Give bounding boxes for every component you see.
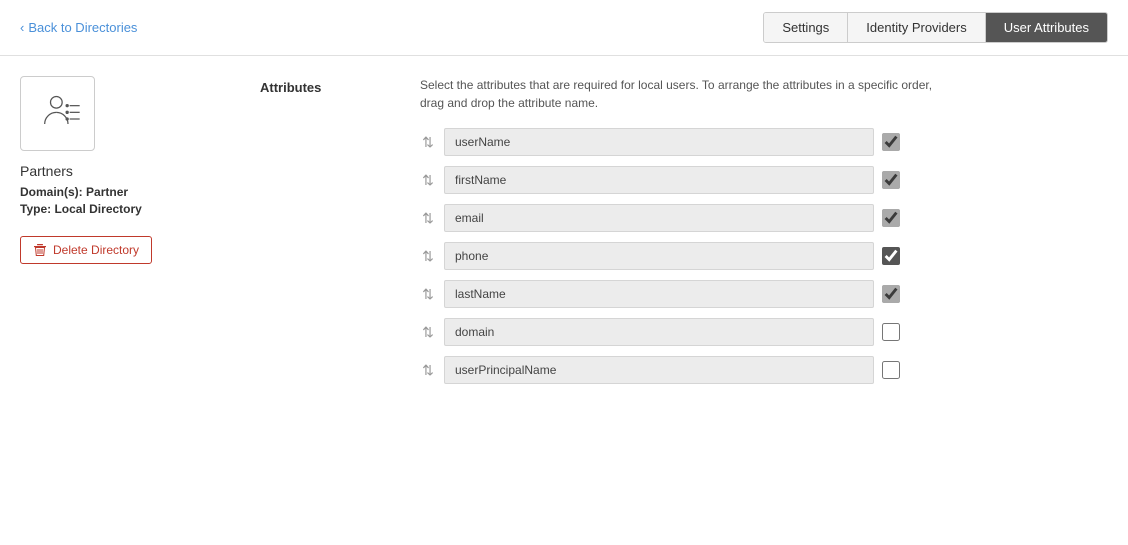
attribute-checkbox[interactable] — [882, 209, 900, 227]
attributes-label: Attributes — [260, 76, 380, 394]
drag-handle-icon[interactable]: ⇅ — [420, 248, 436, 265]
attribute-row: ⇅ userName — [420, 128, 1108, 156]
directory-type: Type: Local Directory — [20, 202, 220, 216]
directory-icon-container — [20, 76, 95, 151]
sidebar: Partners Domain(s): Partner Type: Local … — [20, 76, 220, 394]
directory-name: Partners — [20, 163, 220, 179]
attributes-description: Select the attributes that are required … — [420, 76, 1108, 112]
drag-handle-icon[interactable]: ⇅ — [420, 362, 436, 379]
attribute-name-field: userPrincipalName — [444, 356, 874, 384]
attribute-name-field: firstName — [444, 166, 874, 194]
back-chevron-icon: ‹ — [20, 20, 24, 35]
tab-identity-providers[interactable]: Identity Providers — [848, 13, 985, 42]
attribute-checkbox[interactable] — [882, 361, 900, 379]
attribute-name-field: domain — [444, 318, 874, 346]
attributes-content: Attributes Select the attributes that ar… — [220, 76, 1108, 394]
attribute-checkbox[interactable] — [882, 323, 900, 341]
attributes-section: Attributes Select the attributes that ar… — [260, 76, 1108, 394]
attribute-row: ⇅ email — [420, 204, 1108, 232]
attribute-name-field: userName — [444, 128, 874, 156]
delete-directory-button[interactable]: Delete Directory — [20, 236, 152, 264]
back-label: Back to Directories — [28, 20, 137, 35]
directory-domain: Domain(s): Partner — [20, 185, 220, 199]
type-label: Type: — [20, 202, 51, 216]
attributes-right: Select the attributes that are required … — [420, 76, 1108, 394]
domain-value: Partner — [86, 185, 128, 199]
drag-handle-icon[interactable]: ⇅ — [420, 210, 436, 227]
type-value: Local Directory — [54, 202, 141, 216]
attribute-row: ⇅ domain — [420, 318, 1108, 346]
drag-handle-icon[interactable]: ⇅ — [420, 324, 436, 341]
directory-icon — [33, 89, 83, 139]
trash-icon — [33, 243, 47, 257]
drag-handle-icon[interactable]: ⇅ — [420, 172, 436, 189]
attribute-name-field: phone — [444, 242, 874, 270]
tab-settings[interactable]: Settings — [764, 13, 848, 42]
tab-user-attributes[interactable]: User Attributes — [986, 13, 1107, 42]
attribute-name-field: email — [444, 204, 874, 232]
attributes-list: ⇅ userName ⇅ firstName ⇅ email ⇅ phone ⇅ lastName… — [420, 128, 1108, 384]
attribute-checkbox[interactable] — [882, 133, 900, 151]
attribute-row: ⇅ firstName — [420, 166, 1108, 194]
attribute-row: ⇅ lastName — [420, 280, 1108, 308]
attribute-name-field: lastName — [444, 280, 874, 308]
attribute-row: ⇅ phone — [420, 242, 1108, 270]
attribute-row: ⇅ userPrincipalName — [420, 356, 1108, 384]
delete-directory-label: Delete Directory — [53, 243, 139, 257]
domain-label: Domain(s): — [20, 185, 83, 199]
attribute-checkbox[interactable] — [882, 247, 900, 265]
tab-group: Settings Identity Providers User Attribu… — [763, 12, 1108, 43]
main-content: Partners Domain(s): Partner Type: Local … — [0, 56, 1128, 414]
header: ‹ Back to Directories Settings Identity … — [0, 0, 1128, 56]
back-to-directories-link[interactable]: ‹ Back to Directories — [20, 20, 137, 35]
attribute-checkbox[interactable] — [882, 285, 900, 303]
drag-handle-icon[interactable]: ⇅ — [420, 134, 436, 151]
drag-handle-icon[interactable]: ⇅ — [420, 286, 436, 303]
attribute-checkbox[interactable] — [882, 171, 900, 189]
